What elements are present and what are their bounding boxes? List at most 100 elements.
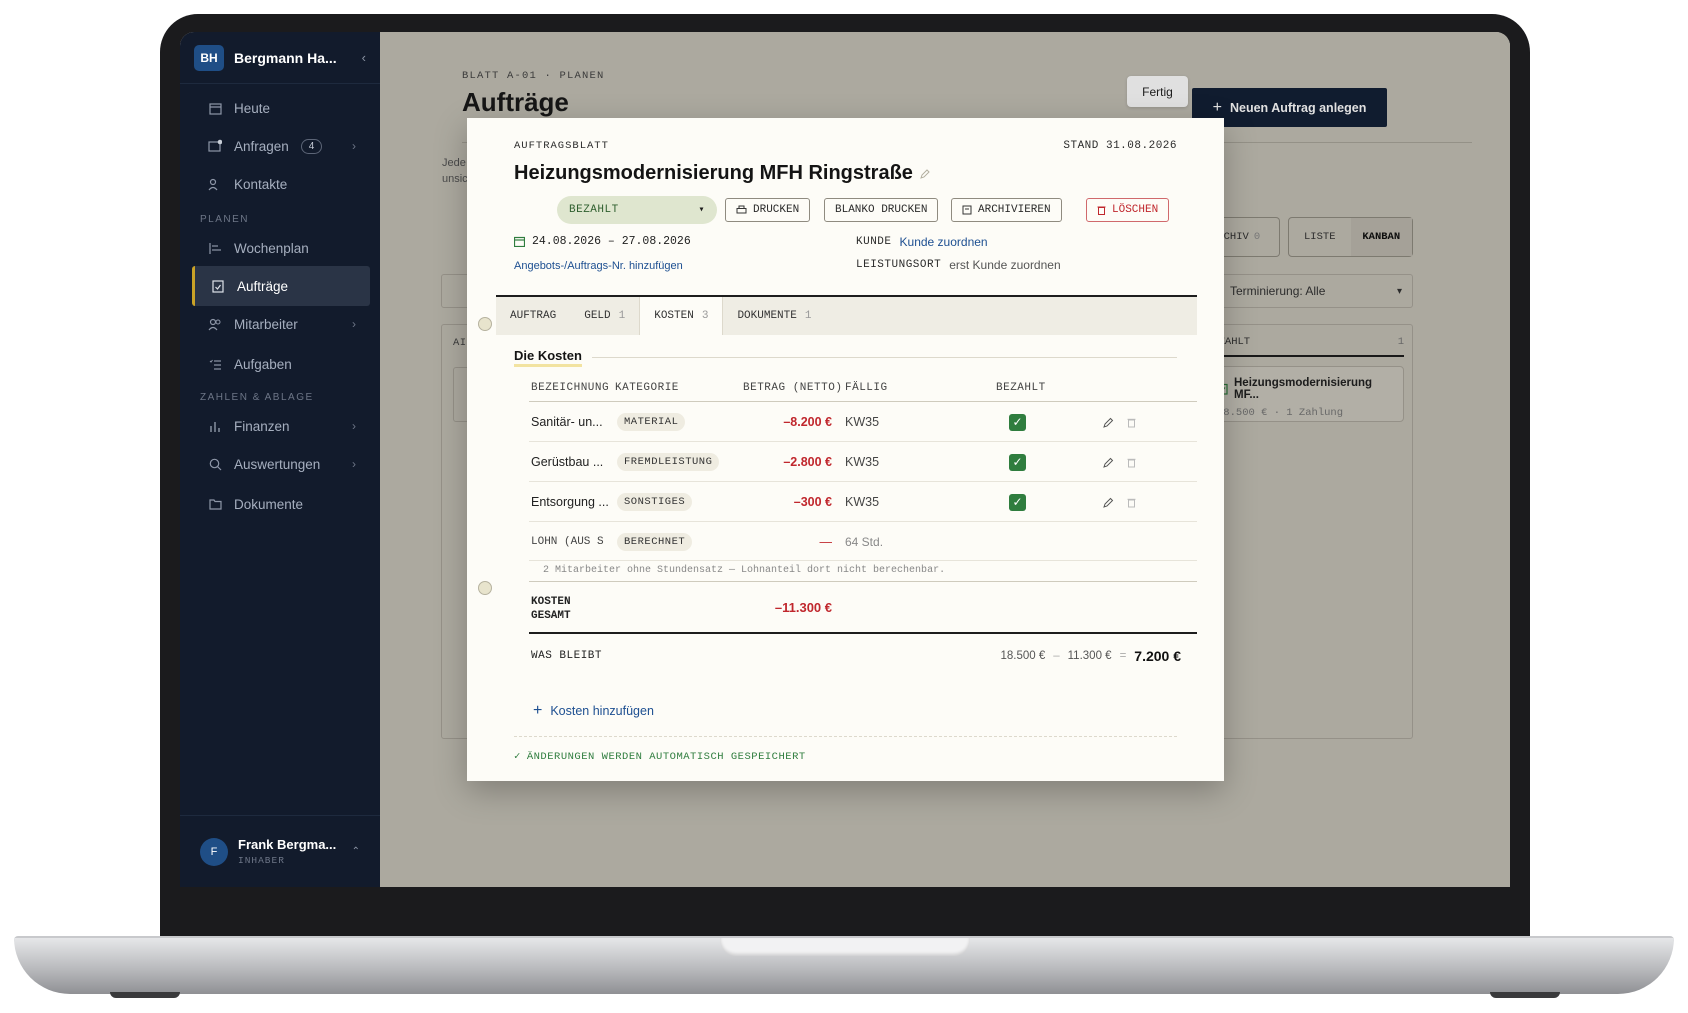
user-role: INHABER [238, 855, 285, 866]
remainder-calc: 18.500 € – 11.300 € = 7.200 € [1000, 648, 1181, 664]
tab-kosten[interactable]: KOSTEN 3 [639, 297, 724, 335]
analytics-icon [208, 457, 222, 471]
location-value: erst Kunde zuordnen [949, 258, 1061, 272]
trash-icon [1097, 205, 1106, 215]
chevron-right-icon: › [352, 457, 356, 471]
order-sheet-modal: AUFTRAGSBLATT STAND 31.08.2026 Heizungsm… [467, 118, 1224, 781]
add-cost-button[interactable]: + Kosten hinzufügen [533, 702, 654, 720]
sidebar-item-auswertungen[interactable]: Auswertungen › [192, 444, 370, 484]
modal-title-text: Heizungsmodernisierung MFH Ringstraße [514, 162, 913, 184]
modal-stand-date: STAND 31.08.2026 [1063, 140, 1177, 152]
blank-print-button[interactable]: BLANKO DRUCKEN [824, 198, 939, 222]
delete-button-label: LÖSCHEN [1112, 204, 1159, 216]
company-name[interactable]: Bergmann Ha... [234, 50, 362, 66]
sidebar-item-label: Wochenplan [234, 240, 309, 256]
date-range-text: 24.08.2026 – 27.08.2026 [532, 235, 691, 248]
cost-amount: –8.200 € [783, 415, 832, 429]
user-name: Frank Bergma... [238, 837, 337, 852]
table-row[interactable]: Entsorgung ... SONSTIGES –300 € KW35 ✓ [529, 482, 1197, 522]
sidebar-section-zahlen: ZAHLEN & ABLAGE [200, 392, 314, 403]
add-cost-label: Kosten hinzufügen [550, 704, 654, 718]
tab-geld[interactable]: GELD 1 [570, 297, 639, 335]
checklist-icon [208, 357, 222, 371]
edit-icon[interactable] [1103, 482, 1114, 522]
section-title-rule [591, 357, 1177, 358]
paid-checkbox[interactable]: ✓ [1009, 413, 1026, 431]
sidebar-item-mitarbeiter[interactable]: Mitarbeiter › [192, 304, 370, 344]
cost-category-pill: MATERIAL [617, 413, 686, 431]
customer-label: KUNDE [856, 236, 892, 248]
delete-button[interactable]: LÖSCHEN [1086, 198, 1170, 222]
sidebar-item-aufgaben[interactable]: Aufgaben [192, 344, 370, 384]
users-icon [208, 317, 222, 331]
costs-total-amount: –11.300 € [774, 600, 832, 615]
chevron-up-icon: ⌃ [351, 846, 360, 857]
sidebar-item-label: Aufgaben [234, 356, 292, 372]
collapse-sidebar-icon[interactable]: ‹ [362, 50, 366, 65]
add-offer-number-link[interactable]: Angebots-/Auftrags-Nr. hinzufügen [514, 260, 683, 272]
edit-title-icon[interactable] [920, 168, 930, 179]
laptop-foot-right [1490, 992, 1560, 998]
header-faellig: FÄLLIG [845, 382, 888, 394]
sidebar-item-anfragen[interactable]: Anfragen 4 › [192, 126, 370, 166]
avatar: F [200, 837, 228, 866]
calendar-icon [208, 101, 222, 115]
step-marker [478, 581, 492, 595]
tab-label: KOSTEN [654, 310, 694, 322]
sidebar-item-label: Dokumente [234, 496, 304, 512]
tab-count: 3 [701, 310, 709, 322]
sidebar-item-label: Heute [234, 100, 271, 116]
calendar-icon [514, 236, 525, 247]
sidebar-item-label: Auswertungen [234, 456, 321, 472]
tab-dokumente[interactable]: DOKUMENTE 1 [723, 297, 825, 335]
bar-chart-icon [208, 419, 222, 433]
laptop-thumb-notch [720, 938, 970, 956]
archive-button[interactable]: ARCHIVIEREN [951, 198, 1062, 222]
delete-icon[interactable] [1127, 402, 1136, 442]
table-row[interactable]: Sanitär- un... MATERIAL –8.200 € KW35 ✓ [529, 402, 1197, 442]
tab-label: AUFTRAG [510, 310, 557, 322]
lohn-hours: 64 Std. [845, 535, 884, 549]
cost-due: KW35 [845, 455, 880, 469]
sidebar-item-heute[interactable]: Heute [192, 88, 370, 128]
edit-icon[interactable] [1103, 402, 1114, 442]
assign-customer-link[interactable]: Kunde zuordnen [900, 235, 988, 249]
tab-label: DOKUMENTE [737, 310, 797, 322]
sidebar-item-kontakte[interactable]: Kontakte [192, 164, 370, 204]
chevron-right-icon: › [352, 317, 356, 331]
tab-auftrag[interactable]: AUFTRAG [496, 297, 570, 335]
autosave-rule [514, 736, 1177, 737]
date-range[interactable]: 24.08.2026 – 27.08.2026 [514, 235, 691, 248]
tab-count: 1 [804, 310, 812, 322]
sidebar-item-label: Mitarbeiter [234, 316, 298, 332]
chevron-down-icon: ▾ [698, 205, 705, 216]
lohn-row: LOHN (AUS S BERECHNET — 64 Std. [529, 522, 1197, 562]
chevron-right-icon: › [352, 419, 356, 433]
sidebar-item-auftraege[interactable]: Aufträge [192, 266, 370, 306]
step-marker [478, 317, 492, 331]
paid-checkbox[interactable]: ✓ [1009, 493, 1026, 511]
edit-icon[interactable] [1103, 442, 1114, 482]
user-menu[interactable]: F Frank Bergma... INHABER ⌃ [180, 815, 380, 887]
status-select-value: BEZAHLT [569, 204, 619, 216]
sidebar-item-label: Kontakte [234, 176, 288, 192]
remainder-equals: = [1119, 650, 1127, 662]
paid-checkbox[interactable]: ✓ [1009, 453, 1026, 471]
modal-title: Heizungsmodernisierung MFH Ringstraße [514, 162, 930, 185]
cost-due: KW35 [845, 495, 880, 509]
print-button[interactable]: DRUCKEN [725, 198, 811, 222]
gantt-icon [208, 241, 222, 255]
printer-icon [736, 205, 747, 215]
delete-icon[interactable] [1127, 482, 1136, 522]
inbox-icon [208, 139, 222, 153]
sidebar-item-dokumente[interactable]: Dokumente [192, 484, 370, 524]
table-row[interactable]: Gerüstbau ... FREMDLEISTUNG –2.800 € KW3… [529, 442, 1197, 482]
status-select[interactable]: BEZAHLT ▾ [557, 196, 717, 224]
delete-icon[interactable] [1127, 442, 1136, 482]
sidebar-item-finanzen[interactable]: Finanzen › [192, 406, 370, 446]
lohn-name: LOHN (AUS S [531, 536, 604, 548]
header-bezahlt: BEZAHLT [996, 382, 1046, 394]
sidebar-item-wochenplan[interactable]: Wochenplan [192, 228, 370, 268]
remainder-revenue: 18.500 € [1000, 650, 1046, 662]
header-betrag: BETRAG (NETTO) [743, 382, 843, 394]
